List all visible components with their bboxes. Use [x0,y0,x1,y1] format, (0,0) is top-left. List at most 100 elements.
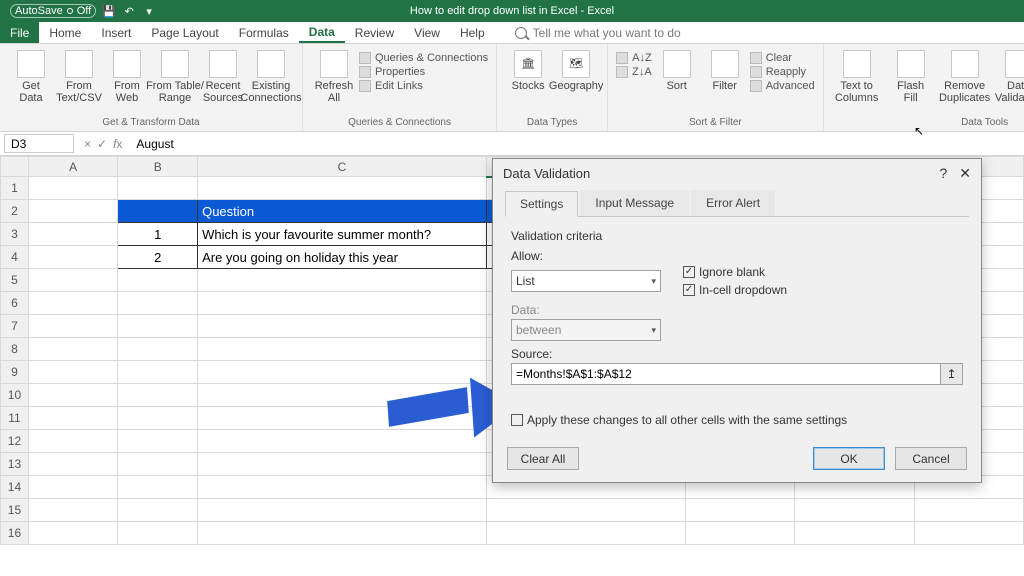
row-header-10[interactable]: 10 [1,384,29,407]
row-header-6[interactable]: 6 [1,292,29,315]
dialog-tab-error-alert[interactable]: Error Alert [691,190,775,216]
edit-links-button[interactable]: Edit Links [359,80,488,92]
tab-page-layout[interactable]: Page Layout [141,22,228,43]
row-header-16[interactable]: 16 [1,522,29,545]
row-header-12[interactable]: 12 [1,430,29,453]
clear-filter-button[interactable]: Clear [750,52,815,64]
cell-B7[interactable] [118,315,198,338]
cell-A8[interactable] [28,338,118,361]
incell-dropdown-checkbox[interactable]: ✓In-cell dropdown [683,283,787,297]
help-icon[interactable]: ? [939,165,947,182]
ok-button[interactable]: OK [813,447,885,470]
recent-sources-button[interactable]: Recent Sources [200,48,246,106]
remove-duplicates-button[interactable]: Remove Duplicates [940,48,990,106]
cell-B8[interactable] [118,338,198,361]
ignore-blank-checkbox[interactable]: ✓Ignore blank [683,265,787,279]
tab-formulas[interactable]: Formulas [229,22,299,43]
row-header-4[interactable]: 4 [1,246,29,269]
dialog-tab-input-message[interactable]: Input Message [580,190,689,216]
cell-B16[interactable] [118,522,198,545]
row-header-7[interactable]: 7 [1,315,29,338]
col-header-A[interactable]: A [28,157,118,177]
properties-button[interactable]: Properties [359,66,488,78]
cell-B14[interactable] [118,476,198,499]
cell-A5[interactable] [28,269,118,292]
autosave-toggle[interactable]: AutoSave Off [10,4,96,18]
cell-A15[interactable] [28,499,118,522]
cell-C6[interactable] [198,292,487,315]
worksheet-grid[interactable]: A B C D E F G 12Question31Which is your … [0,156,1024,576]
cell-B3[interactable]: 1 [118,223,198,246]
cell-A9[interactable] [28,361,118,384]
advanced-filter-button[interactable]: Advanced [750,80,815,92]
apply-all-checkbox[interactable]: Apply these changes to all other cells w… [511,413,963,427]
row-header-8[interactable]: 8 [1,338,29,361]
tab-home[interactable]: Home [39,22,91,43]
cell-B1[interactable] [118,177,198,200]
cell-B5[interactable] [118,269,198,292]
cell-B4[interactable]: 2 [118,246,198,269]
stocks-button[interactable]: 🏛Stocks [505,48,551,94]
cell-C2[interactable]: Question [198,200,487,223]
text-to-columns-button[interactable]: Text to Columns [832,48,882,106]
cell-E16[interactable] [685,522,794,545]
tab-review[interactable]: Review [345,22,404,43]
row-header-9[interactable]: 9 [1,361,29,384]
cell-G16[interactable] [914,522,1023,545]
redo-icon[interactable]: ▾ [142,4,156,18]
refresh-all-button[interactable]: Refresh All [311,48,357,106]
cell-A11[interactable] [28,407,118,430]
from-table-button[interactable]: From Table/ Range [152,48,198,106]
reapply-button[interactable]: Reapply [750,66,815,78]
cell-B2[interactable] [118,200,198,223]
allow-combo[interactable]: List▾ [511,270,661,292]
row-header-5[interactable]: 5 [1,269,29,292]
cell-D16[interactable] [486,522,685,545]
row-header-14[interactable]: 14 [1,476,29,499]
filter-button[interactable]: Filter [702,48,748,94]
close-icon[interactable]: ✕ [959,165,971,182]
tab-data[interactable]: Data [299,22,345,43]
cell-F16[interactable] [795,522,914,545]
clear-all-button[interactable]: Clear All [507,447,579,470]
cell-A7[interactable] [28,315,118,338]
tab-file[interactable]: File [0,22,39,43]
cell-A6[interactable] [28,292,118,315]
cell-C4[interactable]: Are you going on holiday this year [198,246,487,269]
cell-C15[interactable] [198,499,487,522]
sort-button[interactable]: Sort [654,48,700,94]
row-header-2[interactable]: 2 [1,200,29,223]
cell-C13[interactable] [198,453,487,476]
cell-B10[interactable] [118,384,198,407]
cell-C14[interactable] [198,476,487,499]
col-header-C[interactable]: C [198,157,487,177]
range-selector-icon[interactable]: ↥ [941,363,963,385]
cell-B12[interactable] [118,430,198,453]
tab-help[interactable]: Help [450,22,495,43]
tab-view[interactable]: View [404,22,450,43]
cell-E15[interactable] [685,499,794,522]
sort-desc-button[interactable]: Z↓A [616,66,652,78]
cell-D15[interactable] [486,499,685,522]
cell-A2[interactable] [28,200,118,223]
cell-A13[interactable] [28,453,118,476]
tab-insert[interactable]: Insert [91,22,141,43]
formula-input[interactable]: August [128,137,1024,151]
cell-A12[interactable] [28,430,118,453]
flash-fill-button[interactable]: Flash Fill [886,48,936,106]
from-web-button[interactable]: From Web [104,48,150,106]
cell-B13[interactable] [118,453,198,476]
existing-connections-button[interactable]: Existing Connections [248,48,294,106]
undo-icon[interactable]: ↶ [122,4,136,18]
tell-me-search[interactable]: Tell me what you want to do [515,26,681,40]
cell-F15[interactable] [795,499,914,522]
row-header-15[interactable]: 15 [1,499,29,522]
cell-C8[interactable] [198,338,487,361]
cell-A4[interactable] [28,246,118,269]
cell-A16[interactable] [28,522,118,545]
cell-C16[interactable] [198,522,487,545]
cell-B6[interactable] [118,292,198,315]
col-header-B[interactable]: B [118,157,198,177]
cell-B15[interactable] [118,499,198,522]
cell-B9[interactable] [118,361,198,384]
